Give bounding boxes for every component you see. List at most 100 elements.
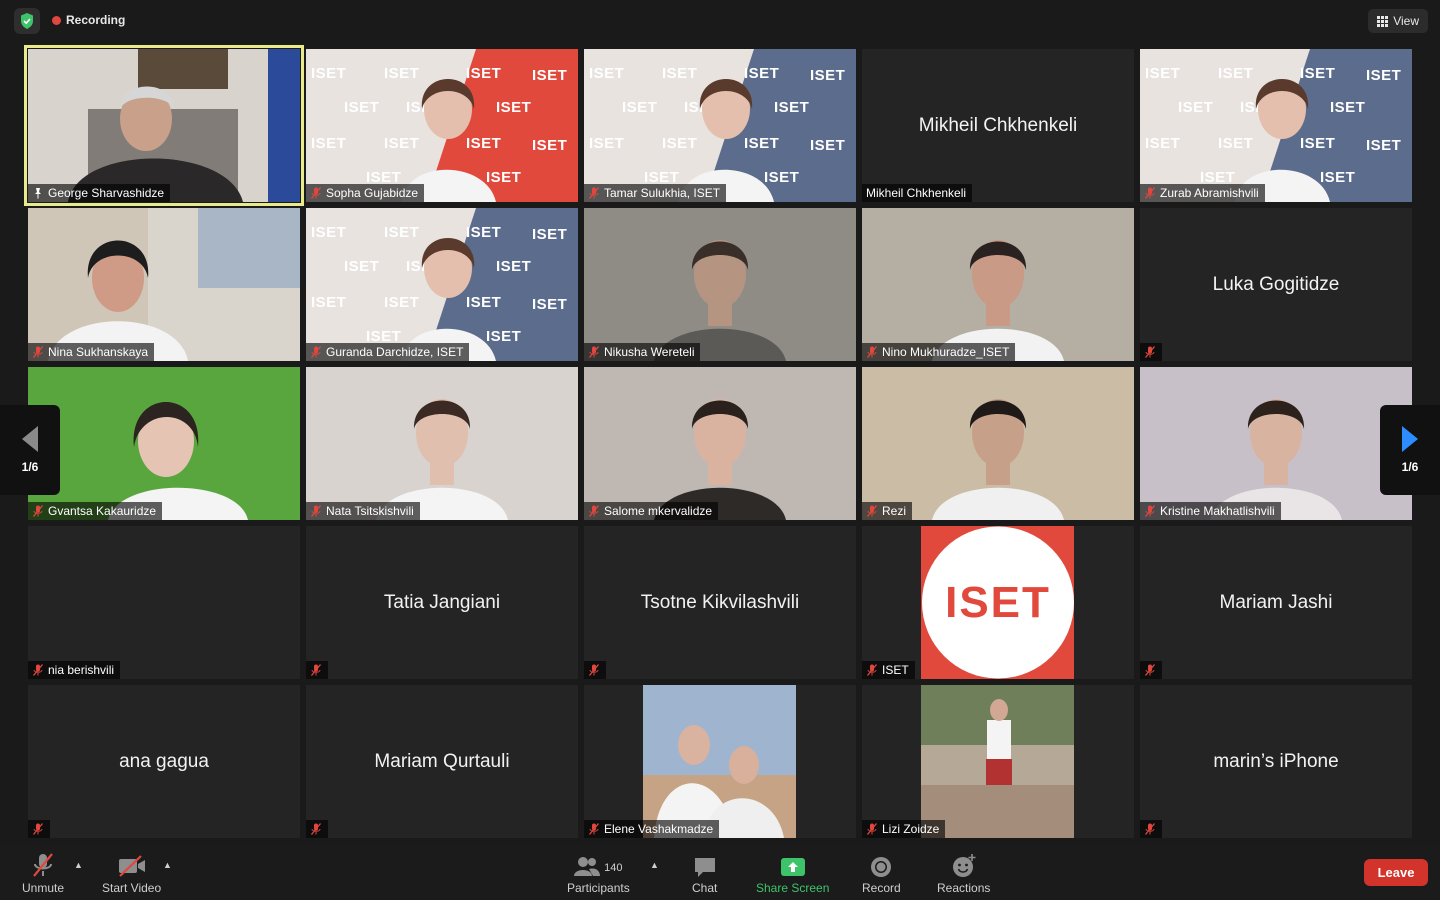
iset-watermark: ISET xyxy=(1300,65,1336,82)
arrow-right-icon xyxy=(1402,426,1418,452)
iset-watermark: ISET xyxy=(589,135,625,152)
participants-label: Participants xyxy=(567,881,630,895)
participant-name-tag: Gvantsa Kakauridze xyxy=(28,502,163,520)
mic-muted-icon xyxy=(866,664,878,676)
participant-tile[interactable]: ISET ISET ISET ISET ISET ISET ISET ISET ISET ISET… xyxy=(306,208,578,361)
iset-watermark: ISET xyxy=(1240,99,1276,116)
participant-tile[interactable]: Nino Mukhuradze_ISET xyxy=(862,208,1134,361)
record-button[interactable]: Record xyxy=(862,852,901,895)
iset-watermark: ISET xyxy=(466,65,502,82)
mic-muted-icon xyxy=(1144,823,1156,835)
participant-name-label: Kristine Makhatlishvili xyxy=(1160,504,1275,518)
mic-muted-icon xyxy=(32,823,44,835)
page-indicator-right: 1/6 xyxy=(1401,460,1419,474)
participant-name-label: nia berishvili xyxy=(48,663,115,677)
participant-display-name: Tsotne Kikvilashvili xyxy=(640,591,800,613)
participant-tile[interactable]: Kristine Makhatlishvili xyxy=(1140,367,1412,520)
participant-tile[interactable]: ISET ISET ISET ISET ISET ISET ISET ISET ISET ISET… xyxy=(306,49,578,202)
participant-tile[interactable]: marin’s iPhone xyxy=(1140,685,1412,838)
mic-muted-icon xyxy=(310,346,322,358)
participant-tile[interactable]: Elene Vashakmadze xyxy=(584,685,856,838)
participants-button[interactable]: 140 Participants xyxy=(567,852,630,895)
participant-tile[interactable]: ana gagua xyxy=(28,685,300,838)
mic-muted-icon xyxy=(32,346,44,358)
participant-name-tag: Rezi xyxy=(862,502,913,520)
participant-name-tag: Nina Sukhanskaya xyxy=(28,343,155,361)
next-page-button[interactable]: 1/6 xyxy=(1380,405,1440,495)
iset-watermark: ISET xyxy=(466,135,502,152)
participant-grid: George Sharvashidze ISET ISET ISET ISET ISET I… xyxy=(24,45,1412,838)
participants-options-caret-icon[interactable]: ▲ xyxy=(650,860,659,870)
iset-watermark: ISET xyxy=(1178,99,1214,116)
unmute-label: Unmute xyxy=(22,881,65,895)
mic-muted-icon xyxy=(1144,505,1156,517)
participant-tile[interactable]: Mariam Jashi xyxy=(1140,526,1412,679)
participant-display-name: ana gagua xyxy=(119,750,209,772)
iset-watermark: ISET xyxy=(344,258,380,275)
previous-page-button[interactable]: 1/6 xyxy=(0,405,60,495)
iset-watermark: ISET xyxy=(311,65,347,82)
participant-name-label: Guranda Darchidze, ISET xyxy=(326,345,464,359)
recording-label: Recording xyxy=(66,13,126,27)
participant-name-label: Tamar Sulukhia, ISET xyxy=(604,186,721,200)
chat-button[interactable]: Chat xyxy=(692,852,717,895)
participant-name-tag xyxy=(306,820,328,838)
participant-tile[interactable]: George Sharvashidze xyxy=(24,45,304,206)
participant-name-tag: Elene Vashakmadze xyxy=(584,820,720,838)
mic-muted-icon xyxy=(588,664,600,676)
iset-watermark: ISET xyxy=(532,67,568,84)
video-options-caret-icon[interactable]: ▲ xyxy=(163,860,172,870)
participants-count: 140 xyxy=(604,862,623,874)
recording-dot-icon xyxy=(52,15,61,25)
view-button[interactable]: View xyxy=(1368,9,1428,33)
mic-muted-icon xyxy=(310,505,322,517)
participant-tile[interactable]: ISET ISET ISET ISET ISET ISET ISET ISET ISET ISET… xyxy=(1140,49,1412,202)
participant-tile[interactable]: Nina Sukhanskaya xyxy=(28,208,300,361)
leave-button[interactable]: Leave xyxy=(1364,859,1428,886)
participant-tile[interactable]: Rezi xyxy=(862,367,1134,520)
participant-name-label: Nino Mukhuradze_ISET xyxy=(882,345,1010,359)
participant-tile[interactable]: Nata Tsitskishvili xyxy=(306,367,578,520)
recording-indicator[interactable]: Recording xyxy=(52,13,125,27)
record-label: Record xyxy=(862,881,901,895)
iset-watermark: ISET xyxy=(1145,65,1181,82)
iset-watermark: ISET xyxy=(589,65,625,82)
iset-watermark: ISET xyxy=(1145,135,1181,152)
participant-tile[interactable]: ISET ISET ISET ISET ISET ISET ISET ISET ISET ISET… xyxy=(584,49,856,202)
participant-name-tag: Salome mkervalidze xyxy=(584,502,719,520)
participant-tile[interactable]: Mikheil Chkhenkeli Mikheil Chkhenkeli xyxy=(862,49,1134,202)
participant-tile[interactable]: Nikusha Wereteli xyxy=(584,208,856,361)
participant-name-label: Zurab Abramishvili xyxy=(1160,186,1259,200)
participant-tile[interactable]: Gvantsa Kakauridze xyxy=(28,367,300,520)
iset-watermark: ISET xyxy=(486,169,522,186)
iset-watermark: ISET xyxy=(344,99,380,116)
mic-muted-icon xyxy=(310,664,322,676)
participant-name-label: Mikheil Chkhenkeli xyxy=(866,186,967,200)
mic-muted-icon xyxy=(588,823,600,835)
participant-tile[interactable]: Tatia Jangiani xyxy=(306,526,578,679)
start-video-button[interactable]: Start Video xyxy=(102,852,161,895)
participant-tile[interactable]: Tsotne Kikvilashvili xyxy=(584,526,856,679)
iset-watermark: ISET xyxy=(810,137,846,154)
reactions-button[interactable]: Reactions xyxy=(937,852,990,895)
iset-watermark: ISET xyxy=(384,224,420,241)
participant-name-label: Rezi xyxy=(882,504,907,518)
participant-name-tag: Nikusha Wereteli xyxy=(584,343,701,361)
iset-watermark: ISET xyxy=(406,99,442,116)
participant-name-tag: Guranda Darchidze, ISET xyxy=(306,343,470,361)
audio-options-caret-icon[interactable]: ▲ xyxy=(74,860,83,870)
share-screen-button[interactable]: Share Screen xyxy=(756,852,829,895)
participant-tile[interactable]: ISET ISET xyxy=(862,526,1134,679)
iset-watermark: ISET xyxy=(532,226,568,243)
participant-tile[interactable]: nia berishvili xyxy=(28,526,300,679)
unmute-button[interactable]: Unmute xyxy=(22,852,64,895)
participant-name-tag: Tamar Sulukhia, ISET xyxy=(584,184,727,202)
security-shield-icon[interactable] xyxy=(14,8,40,34)
participant-display-name: Luka Gogitidze xyxy=(1212,273,1340,295)
participant-tile[interactable]: Lizi Zoidze xyxy=(862,685,1134,838)
participant-tile[interactable]: Salome mkervalidze xyxy=(584,367,856,520)
participant-tile[interactable]: Mariam Qurtauli xyxy=(306,685,578,838)
participant-tile[interactable]: Luka Gogitidze xyxy=(1140,208,1412,361)
iset-watermark: ISET xyxy=(1218,65,1254,82)
mic-muted-icon xyxy=(32,664,44,676)
